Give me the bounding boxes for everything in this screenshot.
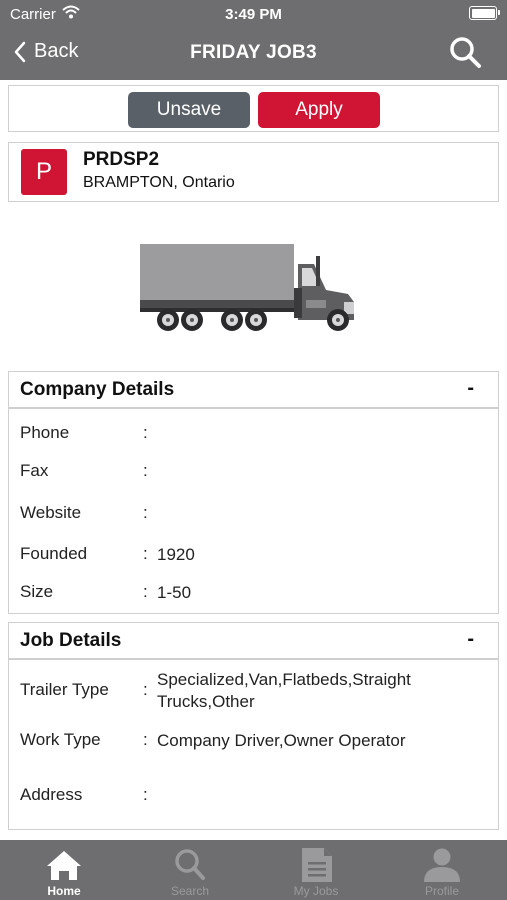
home-icon (47, 851, 81, 880)
unsave-button[interactable]: Unsave (128, 92, 250, 128)
collapse-toggle[interactable]: - (467, 377, 474, 400)
detail-label: Size (20, 582, 54, 601)
status-time: 3:49 PM (225, 6, 282, 23)
detail-label: Founded (20, 544, 88, 563)
detail-value: 1-50 (157, 583, 192, 602)
detail-value: Company Driver,Owner Operator (157, 731, 406, 750)
search-icon (175, 849, 205, 880)
navigation-bar: Back FRIDAY JOB3 (0, 28, 507, 80)
tab-label: Profile (424, 884, 459, 898)
company-logo: P (21, 149, 67, 195)
detail-label: Address (20, 785, 83, 804)
detail-label: Trailer Type (20, 680, 109, 699)
separator: : (143, 423, 148, 442)
detail-label: Work Type (20, 730, 101, 749)
job-details-body: Trailer Type : Specialized,Van,Flatbeds,… (8, 659, 499, 830)
tab-search[interactable]: Search (127, 840, 253, 900)
truck-image (138, 242, 360, 342)
apply-button[interactable]: Apply (258, 92, 380, 128)
tab-bar: Home Search My Jobs Profile (0, 840, 507, 900)
separator: : (143, 785, 148, 804)
company-location: BRAMPTON, Ontario (83, 174, 235, 191)
separator: : (143, 680, 148, 699)
detail-value: 1920 (157, 545, 195, 564)
separator: : (143, 544, 148, 563)
search-icon (450, 37, 481, 68)
document-icon (302, 848, 332, 882)
job-details-header[interactable]: Job Details - (8, 622, 499, 659)
tab-my-jobs[interactable]: My Jobs (253, 840, 379, 900)
page-title: FRIDAY JOB3 (190, 42, 317, 63)
action-bar: Unsave Apply (8, 85, 499, 132)
separator: : (143, 503, 148, 522)
company-details-header[interactable]: Company Details - (8, 371, 499, 408)
detail-label: Website (20, 503, 82, 522)
person-icon (424, 848, 460, 882)
tab-label: Search (170, 884, 210, 898)
company-details-title: Company Details (20, 379, 175, 400)
top-bar: Carrier 3:49 PM Back FRIDAY JOB3 (0, 0, 507, 80)
detail-label: Phone (20, 423, 70, 442)
tab-profile[interactable]: Profile (379, 840, 505, 900)
company-summary: P PRDSP2 BRAMPTON, Ontario (8, 142, 499, 202)
tab-home[interactable]: Home (1, 840, 127, 900)
tab-label: My Jobs (293, 884, 339, 898)
detail-label: Fax (20, 461, 49, 480)
status-bar: Carrier 3:49 PM (0, 0, 507, 28)
collapse-toggle[interactable]: - (467, 628, 474, 651)
battery-icon (469, 6, 500, 20)
company-details-body: Phone : Fax : Website : Founded : 1920 S… (8, 408, 499, 614)
search-button[interactable] (447, 34, 483, 75)
separator: : (143, 461, 148, 480)
company-name: PRDSP2 (83, 149, 160, 170)
job-details-title: Job Details (20, 630, 122, 651)
separator: : (143, 730, 148, 749)
detail-value: Specialized,Van,Flatbeds,Straight Trucks… (157, 670, 411, 711)
separator: : (143, 582, 148, 601)
tab-label: Home (47, 884, 81, 898)
